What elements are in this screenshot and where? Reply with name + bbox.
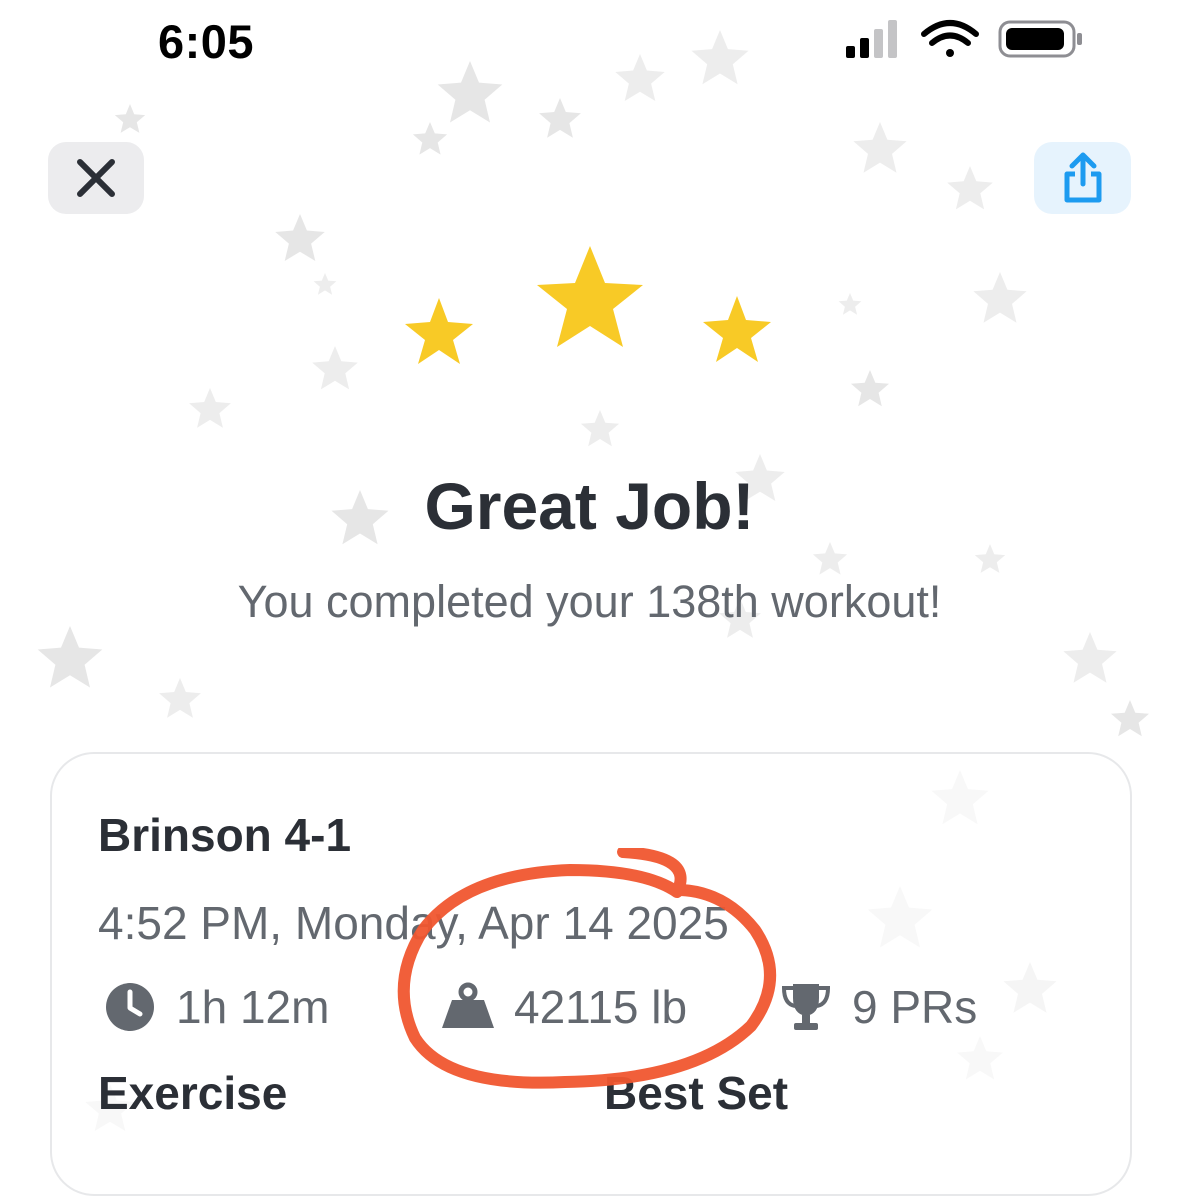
column-header-best-set: Best Set bbox=[604, 1067, 789, 1119]
confetti-star-icon bbox=[114, 104, 146, 133]
status-icons bbox=[846, 20, 1082, 58]
battery-icon bbox=[998, 20, 1082, 58]
confetti-star-icon bbox=[412, 122, 448, 155]
confetti-star-icon bbox=[615, 54, 665, 101]
confetti-star-icon bbox=[812, 542, 848, 575]
wifi-icon bbox=[921, 20, 979, 57]
trophy-icon bbox=[781, 984, 831, 1030]
share-icon bbox=[1064, 152, 1101, 203]
confetti-star-icon bbox=[275, 214, 325, 261]
status-time: 6:05 bbox=[158, 15, 255, 68]
close-button[interactable] bbox=[48, 142, 144, 214]
stat-volume: 42115 lb bbox=[440, 975, 687, 1039]
workout-name: Brinson 4-1 bbox=[98, 809, 352, 861]
stat-volume-value: 42115 lb bbox=[514, 981, 688, 1033]
completion-subtitle: You completed your 138th workout! bbox=[237, 576, 942, 627]
share-button[interactable] bbox=[1034, 142, 1131, 214]
clock-icon bbox=[106, 983, 154, 1031]
confetti-star-icon bbox=[1063, 632, 1117, 683]
confetti-star-icon bbox=[581, 410, 619, 447]
confetti-star-icon bbox=[973, 272, 1027, 323]
confetti-star-icon bbox=[851, 370, 889, 407]
cellular-signal-icon bbox=[846, 20, 897, 58]
confetti-star-icon bbox=[838, 293, 862, 315]
rating-stars bbox=[405, 246, 771, 364]
page-title: Great Job! bbox=[424, 469, 755, 543]
confetti-star-icon bbox=[312, 346, 358, 390]
confetti-star-icon bbox=[853, 122, 907, 173]
confetti-star-icon bbox=[691, 30, 749, 85]
rating-star-left-icon bbox=[405, 298, 473, 364]
confetti-star-icon bbox=[974, 544, 1006, 573]
weight-icon bbox=[442, 982, 494, 1028]
confetti-star-icon bbox=[313, 273, 337, 295]
confetti-star-icon bbox=[437, 61, 503, 123]
column-header-exercise: Exercise bbox=[98, 1067, 288, 1119]
confetti-star-icon bbox=[189, 388, 231, 428]
confetti-star-icon bbox=[1111, 700, 1149, 737]
confetti-star-icon bbox=[159, 678, 201, 718]
stat-prs-value: 9 PRs bbox=[852, 981, 978, 1033]
rating-star-right-icon bbox=[703, 296, 771, 362]
rating-star-center-icon bbox=[537, 246, 643, 347]
workout-datetime: 4:52 PM, Monday, Apr 14 2025 bbox=[98, 897, 729, 949]
close-icon bbox=[77, 159, 115, 197]
stat-prs: 9 PRs bbox=[778, 975, 977, 1039]
confetti-star-icon bbox=[37, 626, 103, 688]
confetti-star-icon bbox=[947, 166, 993, 210]
stat-duration: 1h 12m bbox=[102, 975, 329, 1039]
stat-duration-value: 1h 12m bbox=[176, 981, 330, 1033]
confetti-star-icon bbox=[539, 98, 581, 138]
